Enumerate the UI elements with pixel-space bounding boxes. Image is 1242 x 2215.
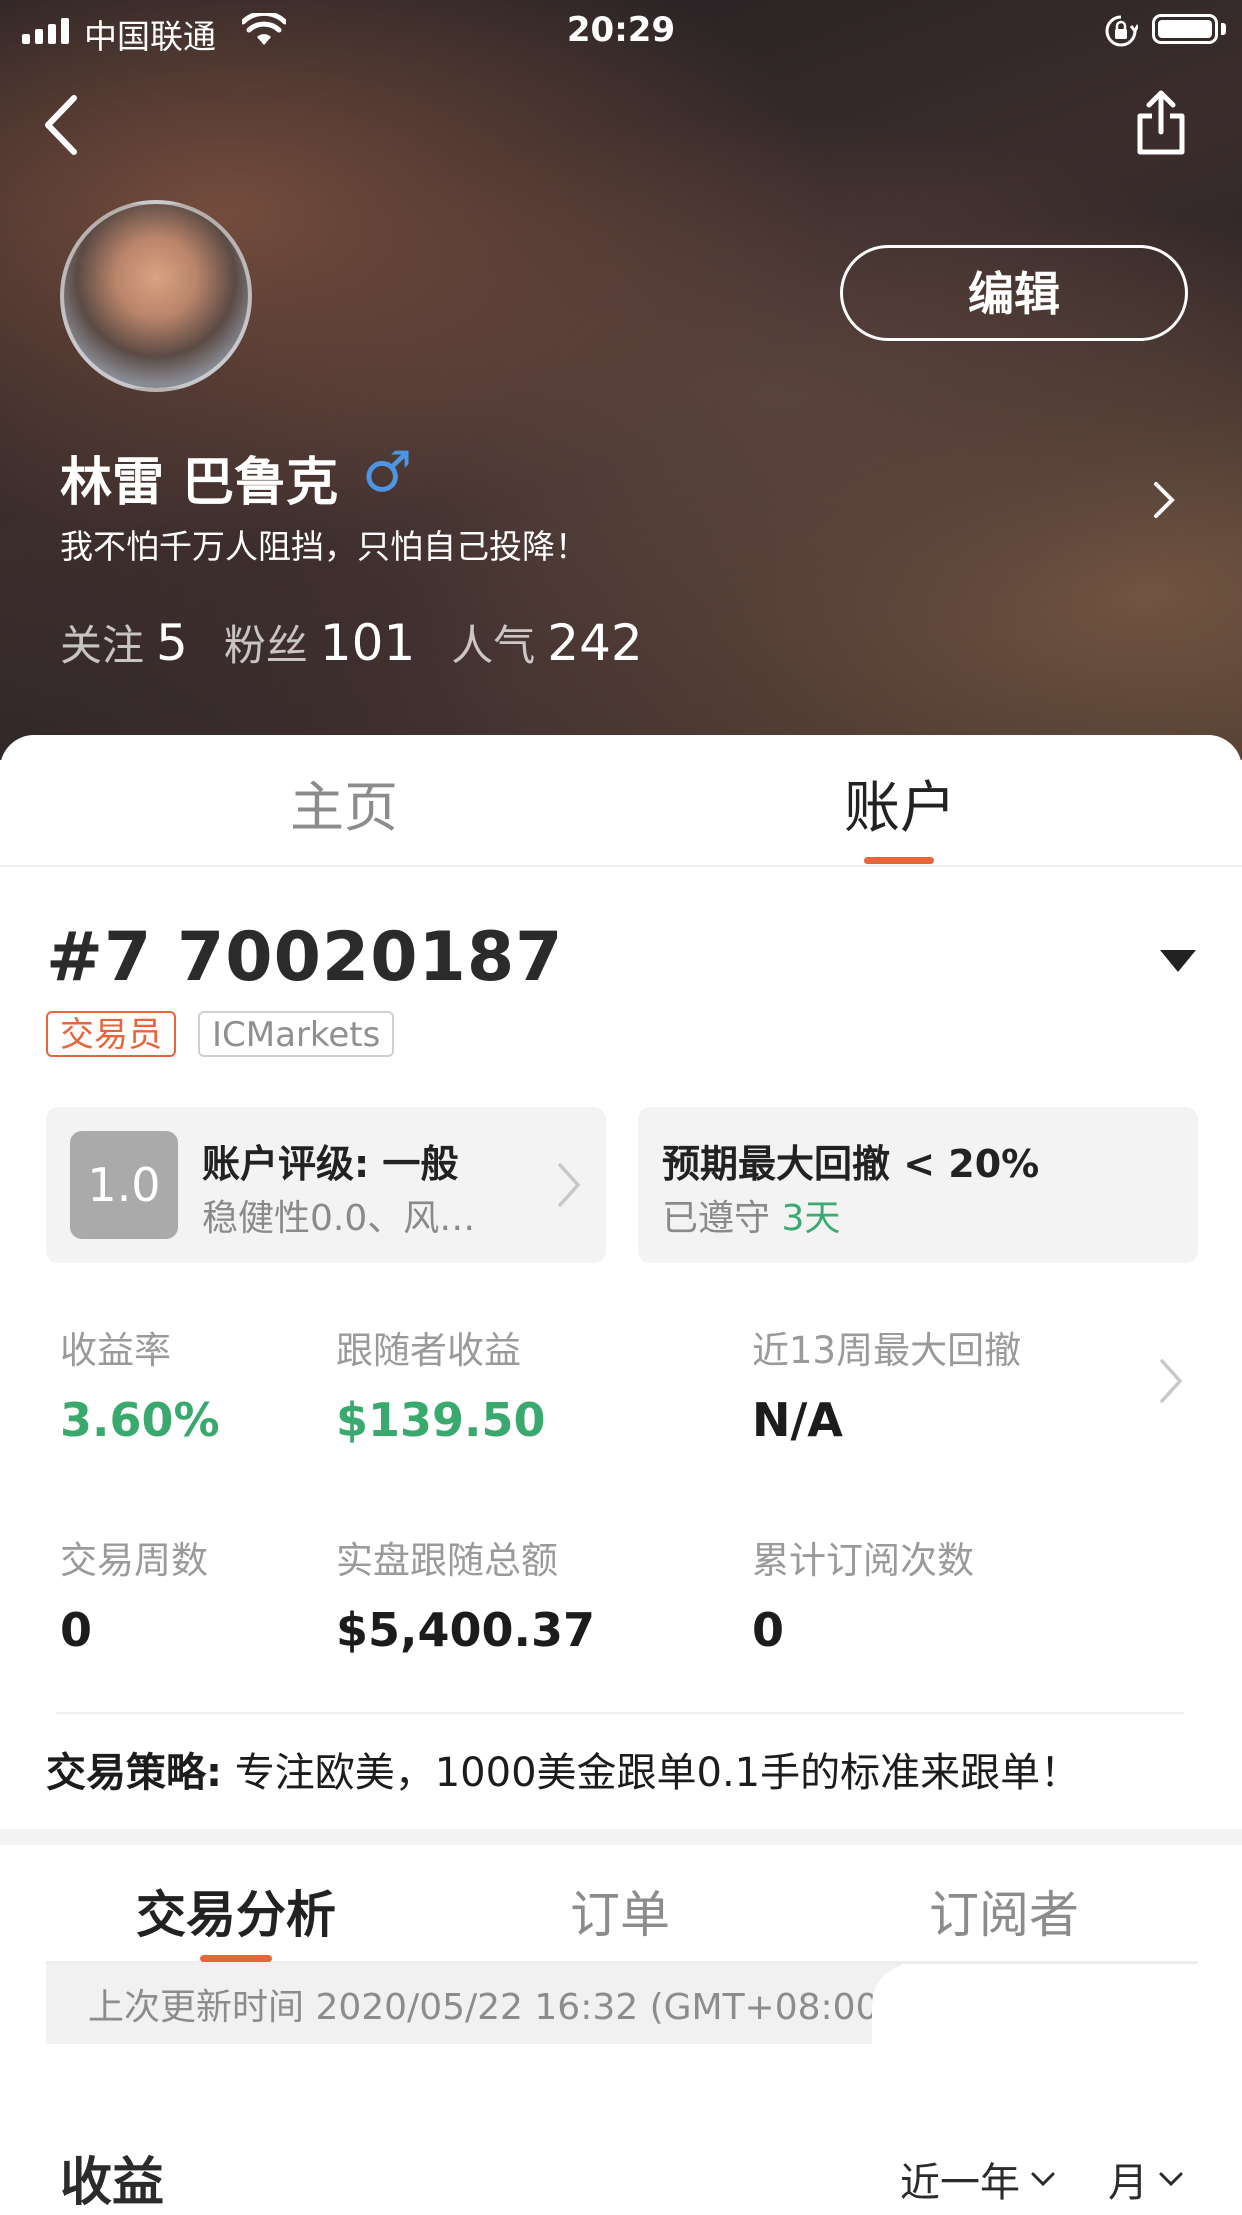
main-tabs: 主页 账户: [0, 735, 1242, 867]
popularity-label: 人气: [451, 621, 536, 670]
active-sub-tab-indicator: [200, 1955, 272, 1962]
battery-tip: [1221, 23, 1226, 35]
subscription-count-label: 累计订阅次数: [752, 1539, 974, 1582]
max-drawdown-13w-label: 近13周最大回撤: [752, 1329, 1022, 1372]
clock: 20:29: [566, 10, 676, 50]
profile-header: 中国联通 20:29 编辑 林雷 巴鲁克 ♂ 我不怕千万人阻挡，只怕自己投降！ …: [0, 0, 1242, 760]
live-follow-total-label: 实盘跟随总额: [336, 1539, 558, 1582]
trading-weeks-label: 交易周数: [60, 1539, 208, 1582]
trading-weeks-value: 0: [60, 1603, 93, 1657]
battery-icon: [1152, 14, 1218, 44]
followers-label[interactable]: 粉丝: [224, 612, 308, 673]
broker-tag: ICMarkets: [198, 1011, 395, 1057]
drawdown-kept-days: 3天: [781, 1198, 841, 1239]
drawdown-kept: 已遵守 3天: [662, 1189, 840, 1241]
live-follow-total-value: $5,400.37: [336, 1603, 595, 1657]
profile-name: 林雷 巴鲁克: [60, 453, 339, 513]
strategy-label: 交易策略:: [46, 1750, 222, 1796]
drawdown-title: 预期最大回撤 < 20%: [662, 1142, 1040, 1186]
back-icon[interactable]: [38, 92, 88, 158]
revenue-title: 收益: [60, 2153, 165, 2213]
divider: [56, 1712, 1184, 1714]
trader-tag: 交易员: [46, 1011, 176, 1057]
share-icon[interactable]: [1132, 88, 1190, 158]
account-rating-card[interactable]: 1.0 账户评级: 一般 稳健性0.0、风…: [46, 1107, 606, 1263]
popularity-count: 242: [547, 614, 643, 672]
period-filter[interactable]: 近一年: [900, 2150, 1056, 2208]
last-update-bar: 上次更新时间 2020/05/22 16:32 (GMT+08:00): [46, 1964, 932, 2044]
granularity-filter-label: 月: [1108, 2160, 1148, 2206]
rating-score-badge: 1.0: [70, 1131, 178, 1239]
chevron-down-icon: [1159, 2172, 1183, 2187]
chevron-right-icon[interactable]: [1158, 1357, 1184, 1405]
return-rate-value: 3.60%: [60, 1393, 220, 1447]
section-separator: [0, 1829, 1242, 1845]
period-filter-label: 近一年: [900, 2160, 1020, 2206]
subscription-count-value: 0: [752, 1603, 785, 1657]
account-card: 主页 账户 #7 70020187 交易员 ICMarkets 1.0 账户评级…: [0, 735, 1242, 2213]
drawdown-kept-label: 已遵守: [662, 1198, 771, 1239]
rotation-lock-icon: [1105, 15, 1138, 47]
follower-profit-label: 跟随者收益: [336, 1329, 521, 1372]
male-gender-icon: ♂: [362, 440, 413, 505]
following-count[interactable]: 5: [156, 614, 188, 672]
status-bar: 中国联通 20:29: [0, 0, 1242, 60]
active-tab-indicator: [864, 857, 934, 864]
return-rate-label: 收益率: [60, 1329, 171, 1372]
avatar[interactable]: [60, 200, 252, 392]
rating-detail: 稳健性0.0、风…: [202, 1198, 476, 1239]
chevron-down-icon: [1031, 2172, 1055, 2187]
expected-drawdown-card[interactable]: 预期最大回撤 < 20% 已遵守 3天: [638, 1107, 1198, 1263]
chevron-right-icon[interactable]: [1152, 480, 1176, 520]
rating-title: 账户评级: 一般: [202, 1142, 459, 1186]
chevron-right-icon: [558, 1163, 581, 1207]
last-update-text: 上次更新时间 2020/05/22 16:32 (GMT+08:00): [88, 1987, 893, 2028]
followers-count[interactable]: 101: [320, 614, 415, 672]
max-drawdown-13w-value: N/A: [752, 1393, 843, 1447]
follower-profit-value: $139.50: [336, 1393, 546, 1447]
tab-orders[interactable]: 订单: [470, 1875, 770, 1947]
profile-stats: 关注 5 粉丝 101 人气 242: [60, 612, 679, 673]
tab-subscribers[interactable]: 订阅者: [854, 1875, 1154, 1947]
granularity-filter[interactable]: 月: [1108, 2150, 1184, 2208]
tab-trade-analysis[interactable]: 交易分析: [86, 1875, 386, 1947]
tab-home[interactable]: 主页: [224, 763, 464, 842]
following-label[interactable]: 关注: [60, 612, 144, 673]
strategy-text: 专注欧美，1000美金跟单0.1手的标准来跟单！: [234, 1750, 1081, 1796]
tab-account[interactable]: 账户: [780, 763, 1020, 844]
profile-bio: 我不怕千万人阻挡，只怕自己投降！: [60, 527, 588, 566]
trading-strategy: 交易策略: 专注欧美，1000美金跟单0.1手的标准来跟单！: [46, 1740, 1080, 1798]
edit-profile-button[interactable]: 编辑: [840, 245, 1188, 341]
account-number: #7 70020187: [46, 918, 564, 997]
caret-down-icon[interactable]: [1160, 950, 1196, 972]
